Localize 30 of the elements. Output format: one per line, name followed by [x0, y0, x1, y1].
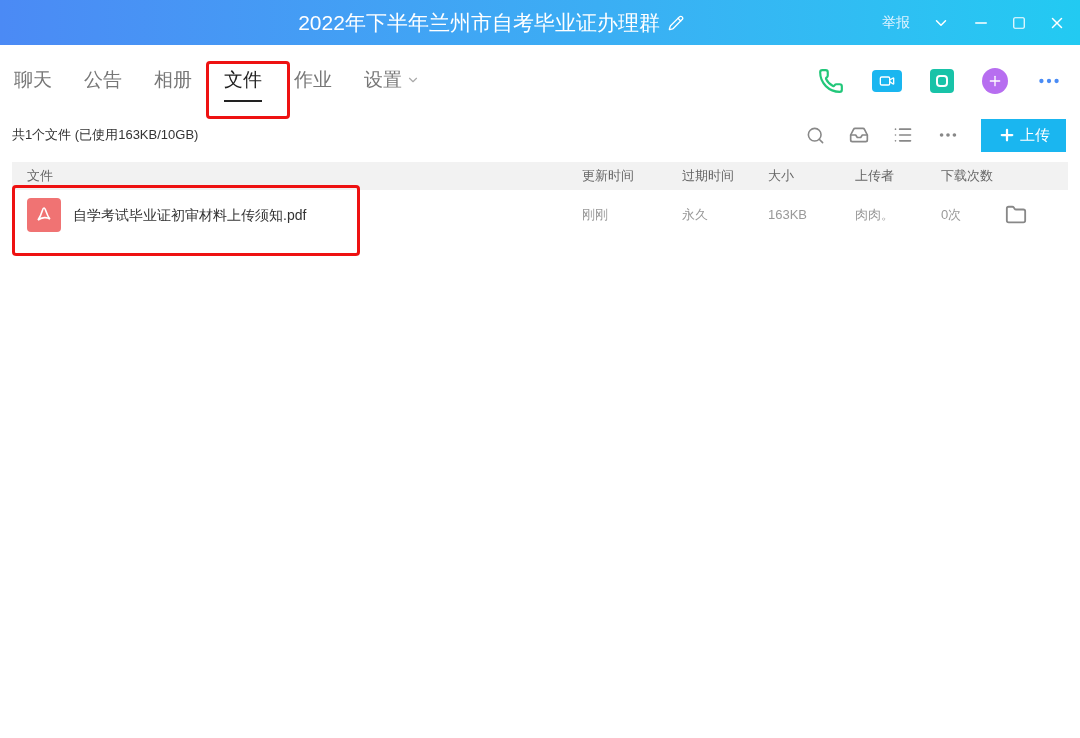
list-icon[interactable] [893, 125, 913, 145]
tray-icon[interactable] [849, 125, 869, 145]
tab[interactable]: 设置 [364, 60, 420, 102]
folder-icon[interactable] [1005, 204, 1027, 226]
add-app-icon[interactable] [982, 68, 1008, 94]
tab[interactable]: 公告 [84, 60, 122, 102]
window-title: 2022年下半年兰州市自考毕业证办理群 [298, 9, 660, 36]
search-icon[interactable] [806, 125, 825, 145]
table-cell: 肉肉。 [855, 207, 894, 223]
column-header[interactable]: 上传者 [855, 168, 894, 184]
table-cell: 0次 [941, 207, 962, 223]
column-header[interactable]: 文件 [27, 168, 53, 184]
file-summary: 共1个文件 (已使用163KB/10GB) [12, 126, 199, 145]
tab[interactable]: 相册 [154, 60, 192, 102]
tab[interactable]: 文件 [224, 60, 262, 102]
file-name[interactable]: 自学考试毕业证初审材料上传须知.pdf [73, 204, 307, 226]
phone-icon[interactable] [818, 68, 844, 94]
column-header[interactable]: 大小 [768, 168, 794, 184]
table-cell: 永久 [682, 207, 708, 223]
column-header[interactable]: 过期时间 [682, 168, 734, 184]
edit-icon[interactable] [667, 14, 684, 31]
table-cell: 163KB [768, 207, 808, 223]
column-header[interactable]: 更新时间 [582, 168, 634, 184]
maximize-icon[interactable] [1012, 15, 1026, 30]
table-cell: 刚刚 [582, 207, 608, 223]
pdf-file-icon [27, 198, 61, 232]
column-header[interactable]: 下载次数 [941, 168, 993, 184]
video-icon[interactable] [872, 70, 902, 92]
tab[interactable]: 作业 [294, 60, 332, 102]
tab[interactable]: 聊天 [14, 60, 52, 102]
